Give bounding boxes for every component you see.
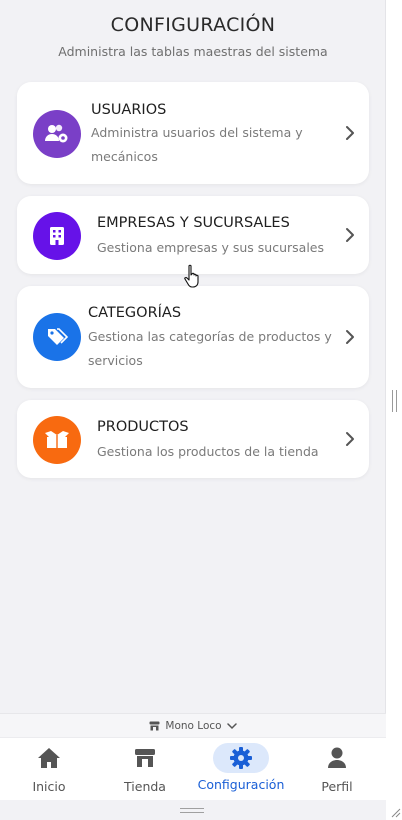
page-title: CONFIGURACIÓN — [110, 14, 276, 36]
nav-item-configuracion[interactable]: Configuración — [193, 743, 289, 796]
card-title: USUARIOS — [91, 102, 167, 118]
card-description: Administra usuarios del sistema y mecáni… — [91, 121, 303, 169]
tags-icon — [33, 313, 81, 361]
nav-active-indicator — [213, 743, 269, 773]
card-description-line: Administra usuarios del sistema y — [91, 125, 303, 140]
nav-item-perfil[interactable]: Perfil — [289, 744, 385, 796]
hand-pointer-icon — [184, 264, 199, 288]
resize-corner-icon[interactable] — [389, 806, 401, 818]
chevron-right-icon — [346, 126, 354, 140]
store-selector[interactable]: Mono Loco — [0, 713, 386, 737]
card-title: PRODUCTOS — [97, 419, 189, 435]
card-productos[interactable]: PRODUCTOS Gestiona los productos de la t… — [17, 400, 369, 478]
chevron-right-icon — [346, 228, 354, 242]
nav-item-tienda[interactable]: Tienda — [97, 744, 193, 796]
home-icon — [38, 748, 60, 768]
chevron-right-icon — [346, 432, 354, 446]
nav-item-inicio[interactable]: Inicio — [1, 744, 97, 796]
resize-grip-vertical[interactable] — [392, 390, 397, 412]
page-header: CONFIGURACIÓN Administra las tablas maes… — [0, 14, 386, 59]
card-description-line: Gestiona las categorías de productos y — [88, 329, 332, 344]
card-description-line: servicios — [88, 353, 143, 368]
bottom-navigation: Inicio Tienda Configuración Perfil — [0, 737, 386, 800]
card-title: CATEGORÍAS — [88, 305, 182, 321]
chevron-down-icon — [226, 722, 237, 729]
card-description: Gestiona las categorías de productos y s… — [88, 325, 332, 373]
nav-label: Inicio — [32, 779, 66, 794]
box-open-icon — [33, 416, 81, 464]
nav-label: Perfil — [321, 779, 353, 794]
card-title: EMPRESAS Y SUCURSALES — [97, 215, 290, 231]
building-icon — [33, 212, 81, 260]
users-gear-icon — [33, 110, 81, 158]
page-subtitle: Administra las tablas maestras del siste… — [58, 44, 328, 59]
card-description: Gestiona empresas y sus sucursales — [97, 240, 324, 255]
user-icon — [328, 747, 346, 768]
card-empresas[interactable]: EMPRESAS Y SUCURSALES Gestiona empresas … — [17, 196, 369, 274]
store-name: Mono Loco — [165, 719, 222, 732]
card-usuarios[interactable]: USUARIOS Administra usuarios del sistema… — [17, 82, 369, 184]
card-description-line: mecánicos — [91, 149, 158, 164]
chevron-right-icon — [346, 330, 354, 344]
store-icon — [135, 749, 155, 767]
card-categorias[interactable]: CATEGORÍAS Gestiona las categorías de pr… — [17, 286, 369, 388]
gear-icon — [230, 747, 252, 769]
nav-label: Configuración — [197, 777, 285, 792]
nav-label: Tienda — [124, 779, 166, 794]
store-icon — [149, 721, 160, 730]
app-screen: CONFIGURACIÓN Administra las tablas maes… — [0, 0, 386, 820]
resize-grip-horizontal[interactable] — [180, 808, 204, 813]
card-description: Gestiona los productos de la tienda — [97, 444, 319, 459]
